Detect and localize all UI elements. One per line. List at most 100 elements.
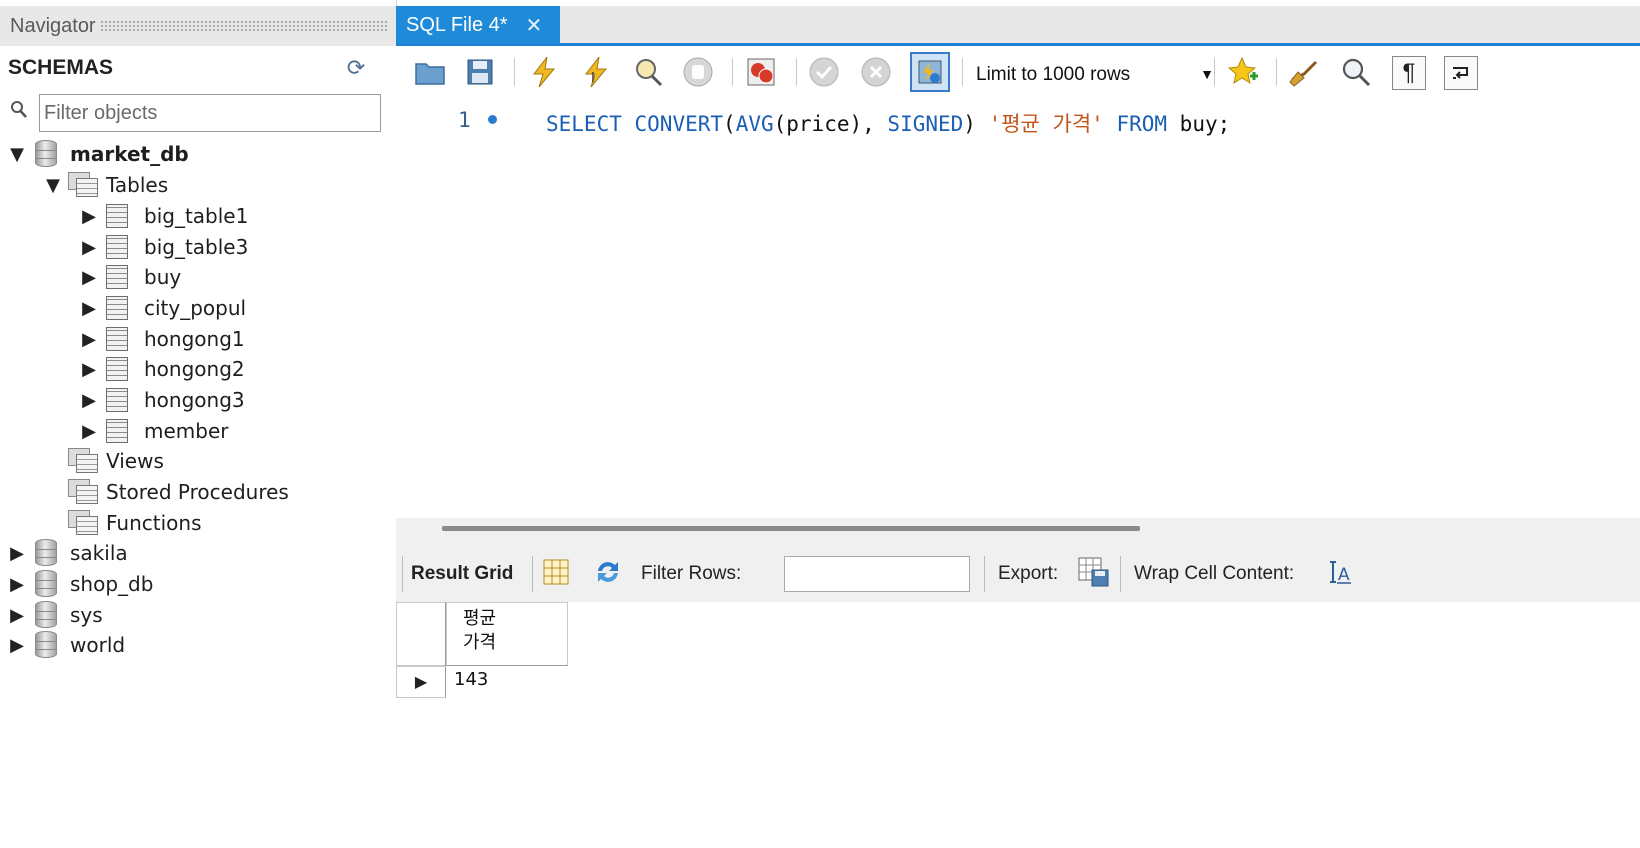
refresh-icon[interactable]: ⟳ xyxy=(344,56,368,80)
database-icon xyxy=(34,537,60,569)
navigator-panel: Navigator SCHEMAS ⟳ ▼ market_db ▼ Tables… xyxy=(0,0,397,848)
table-name: buy xyxy=(144,265,182,289)
filter-rows-label: Filter Rows: xyxy=(641,563,742,584)
tab-sql-file-4[interactable]: SQL File 4* ✕ xyxy=(396,6,560,44)
table-item[interactable]: ▶ city_popul xyxy=(78,293,246,323)
schema-name: market_db xyxy=(70,142,189,166)
svg-text:A: A xyxy=(1338,565,1350,585)
filter-objects xyxy=(6,92,384,134)
expand-arrow-icon[interactable]: ▶ xyxy=(78,421,100,442)
word-wrap-icon[interactable] xyxy=(1444,56,1478,90)
add-snippet-star-icon[interactable] xyxy=(1228,56,1260,88)
folder-functions[interactable]: Functions xyxy=(42,508,202,538)
expand-arrow-icon[interactable]: ▶ xyxy=(78,359,100,380)
stop-on-error-icon[interactable] xyxy=(746,56,778,88)
stop-hand-icon[interactable] xyxy=(682,56,714,88)
table-item[interactable]: ▶ big_table1 xyxy=(78,201,248,231)
code-arg: (price), xyxy=(773,112,888,136)
collapse-arrow-icon[interactable]: ▼ xyxy=(6,144,28,165)
limit-rows-select[interactable]: Limit to 1000 rows ▼ xyxy=(976,58,1224,92)
collapse-arrow-icon[interactable]: ▼ xyxy=(42,175,64,196)
expand-arrow-icon[interactable]: ▶ xyxy=(78,298,100,319)
grid-columns-icon[interactable] xyxy=(540,556,572,588)
expand-arrow-icon[interactable]: ▶ xyxy=(78,390,100,411)
autocommit-toggle-icon[interactable] xyxy=(910,52,950,92)
schema-name: sakila xyxy=(70,541,128,565)
code-paren: ) xyxy=(963,112,989,136)
line-number: 1 xyxy=(458,108,471,132)
database-icon xyxy=(34,138,60,170)
folder-stored-procedures[interactable]: Stored Procedures xyxy=(42,477,289,507)
export-icon[interactable] xyxy=(1078,556,1110,588)
table-icon xyxy=(106,204,128,228)
expand-arrow-icon[interactable]: ▶ xyxy=(78,267,100,288)
scrollbar-thumb[interactable] xyxy=(442,526,1140,531)
folder-icon xyxy=(68,448,98,474)
filter-objects-input[interactable] xyxy=(39,94,381,132)
execute-current-statement-icon[interactable]: I xyxy=(580,56,612,88)
keyword-convert: CONVERT xyxy=(634,112,724,136)
find-magnifier-icon[interactable] xyxy=(1340,56,1372,88)
expand-arrow-icon[interactable]: ▶ xyxy=(6,635,28,656)
expand-arrow-icon[interactable]: ▶ xyxy=(6,605,28,626)
schema-shop-db[interactable]: ▶ shop_db xyxy=(6,569,153,599)
table-icon xyxy=(106,388,128,412)
result-toolbar: Result Grid Filter Rows: Export: Wrap Ce… xyxy=(396,546,1640,602)
table-icon xyxy=(106,296,128,320)
folder-tables[interactable]: ▼ Tables xyxy=(42,170,168,200)
schema-world[interactable]: ▶ world xyxy=(6,630,125,660)
column-header[interactable]: 평균 가격 xyxy=(446,602,568,666)
row-selector-arrow-icon[interactable]: ▶ xyxy=(396,666,446,698)
export-label: Export: xyxy=(998,563,1059,584)
table-item[interactable]: ▶ hongong3 xyxy=(78,385,245,415)
rollback-cross-icon[interactable] xyxy=(860,56,892,88)
table-item[interactable]: ▶ member xyxy=(78,416,229,446)
schema-name: world xyxy=(70,633,126,657)
table-name: hongong2 xyxy=(144,357,245,381)
database-icon xyxy=(34,568,60,600)
close-icon[interactable]: ✕ xyxy=(526,13,543,38)
grid-cell[interactable]: 143 xyxy=(446,666,568,698)
schema-sakila[interactable]: ▶ sakila xyxy=(6,538,128,568)
expand-arrow-icon[interactable]: ▶ xyxy=(6,574,28,595)
schema-sys[interactable]: ▶ sys xyxy=(6,600,103,630)
table-name: big_table1 xyxy=(144,204,249,228)
schema-market-db[interactable]: ▼ market_db xyxy=(6,139,189,169)
commit-check-icon[interactable] xyxy=(808,56,840,88)
navigator-title: Navigator xyxy=(10,14,96,37)
show-invisibles-pilcrow-icon[interactable]: ¶ xyxy=(1392,56,1426,90)
table-icon xyxy=(106,235,128,259)
horizontal-scrollbar[interactable] xyxy=(396,518,1640,546)
result-grid-tab[interactable]: Result Grid xyxy=(402,556,521,592)
expand-arrow-icon[interactable]: ▶ xyxy=(78,206,100,227)
sql-editor[interactable]: 1 SELECT CONVERT(AVG(price), SIGNED) '평균… xyxy=(396,98,1640,518)
filter-rows-input[interactable] xyxy=(784,556,970,592)
table-name: hongong3 xyxy=(144,388,245,412)
expand-arrow-icon[interactable]: ▶ xyxy=(78,237,100,258)
dropdown-arrow-icon[interactable]: ▼ xyxy=(1200,66,1214,82)
keyword-select: SELECT xyxy=(546,112,622,136)
explain-magnifier-icon[interactable] xyxy=(632,56,664,88)
table-item[interactable]: ▶ hongong1 xyxy=(78,324,245,354)
table-item[interactable]: ▶ big_table3 xyxy=(78,232,248,262)
navigator-header: Navigator xyxy=(0,6,396,46)
result-grid: 평균 가격 ▶ 143 xyxy=(396,602,1640,848)
expand-arrow-icon[interactable]: ▶ xyxy=(6,543,28,564)
beautify-broom-icon[interactable] xyxy=(1288,56,1320,88)
expand-arrow-icon[interactable]: ▶ xyxy=(78,329,100,350)
code-table: buy; xyxy=(1167,112,1231,136)
execute-lightning-icon[interactable] xyxy=(528,56,560,88)
svg-text:I: I xyxy=(591,71,595,86)
keyword-signed: SIGNED xyxy=(887,112,964,136)
table-item[interactable]: ▶ hongong2 xyxy=(78,354,245,384)
table-item[interactable]: ▶ buy xyxy=(78,262,181,292)
table-name: hongong1 xyxy=(144,327,245,351)
wrap-cell-content-icon[interactable]: A xyxy=(1324,556,1356,588)
refresh-arrows-icon[interactable] xyxy=(592,556,624,588)
folder-views[interactable]: Views xyxy=(42,446,164,476)
panel-grip[interactable] xyxy=(99,20,388,32)
save-icon[interactable] xyxy=(464,56,496,88)
string-alias: '평균 가격' xyxy=(988,112,1104,136)
table-name: big_table3 xyxy=(144,235,249,259)
open-folder-icon[interactable] xyxy=(414,56,446,88)
